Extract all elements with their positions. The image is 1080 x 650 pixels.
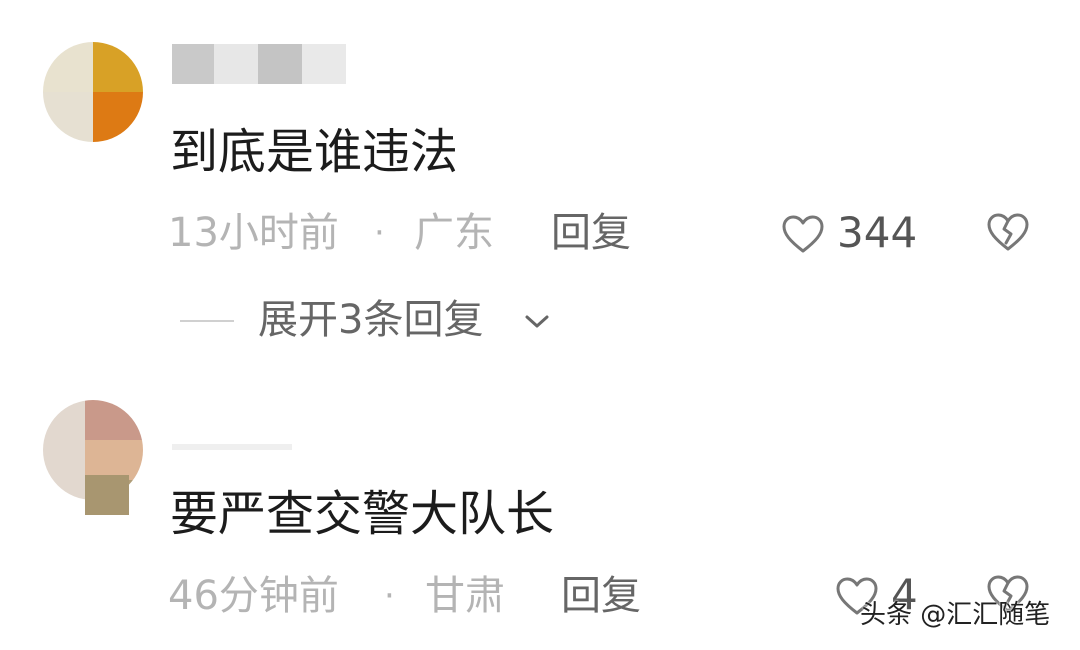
meta-separator: · [384, 576, 395, 616]
heart-outline-icon [782, 215, 824, 253]
comment-item: 到底是谁违法 13小时前 · 广东 回复 344 展开3条回复 [0, 0, 1080, 380]
divider-line [180, 320, 234, 322]
reply-button[interactable]: 回复 [551, 213, 631, 253]
comment-time: 13小时前 [168, 210, 339, 256]
dislike-button[interactable] [986, 212, 1030, 254]
avatar-mosaic-tail [85, 475, 129, 515]
comment-time: 46分钟前 [168, 573, 339, 619]
comment-text: 要严查交警大队长 [170, 486, 555, 542]
chevron-down-icon [525, 315, 549, 328]
expand-replies-label: 展开3条回复 [258, 297, 484, 343]
reply-button[interactable]: 回复 [561, 576, 641, 616]
username-blurred[interactable] [172, 432, 292, 476]
username-blurred[interactable] [172, 44, 347, 88]
expand-replies-button[interactable]: 展开3条回复 [180, 300, 560, 344]
comment-location: 广东 [414, 210, 494, 256]
avatar[interactable] [43, 42, 143, 142]
comment-text: 到底是谁违法 [170, 124, 459, 180]
comment-location: 甘肃 [425, 573, 505, 619]
like-button[interactable]: 344 [781, 210, 921, 258]
watermark: 头条 @汇汇随笔 [860, 600, 1051, 630]
like-count: 344 [837, 208, 918, 257]
meta-separator: · [374, 213, 385, 253]
broken-heart-icon [987, 213, 1029, 251]
